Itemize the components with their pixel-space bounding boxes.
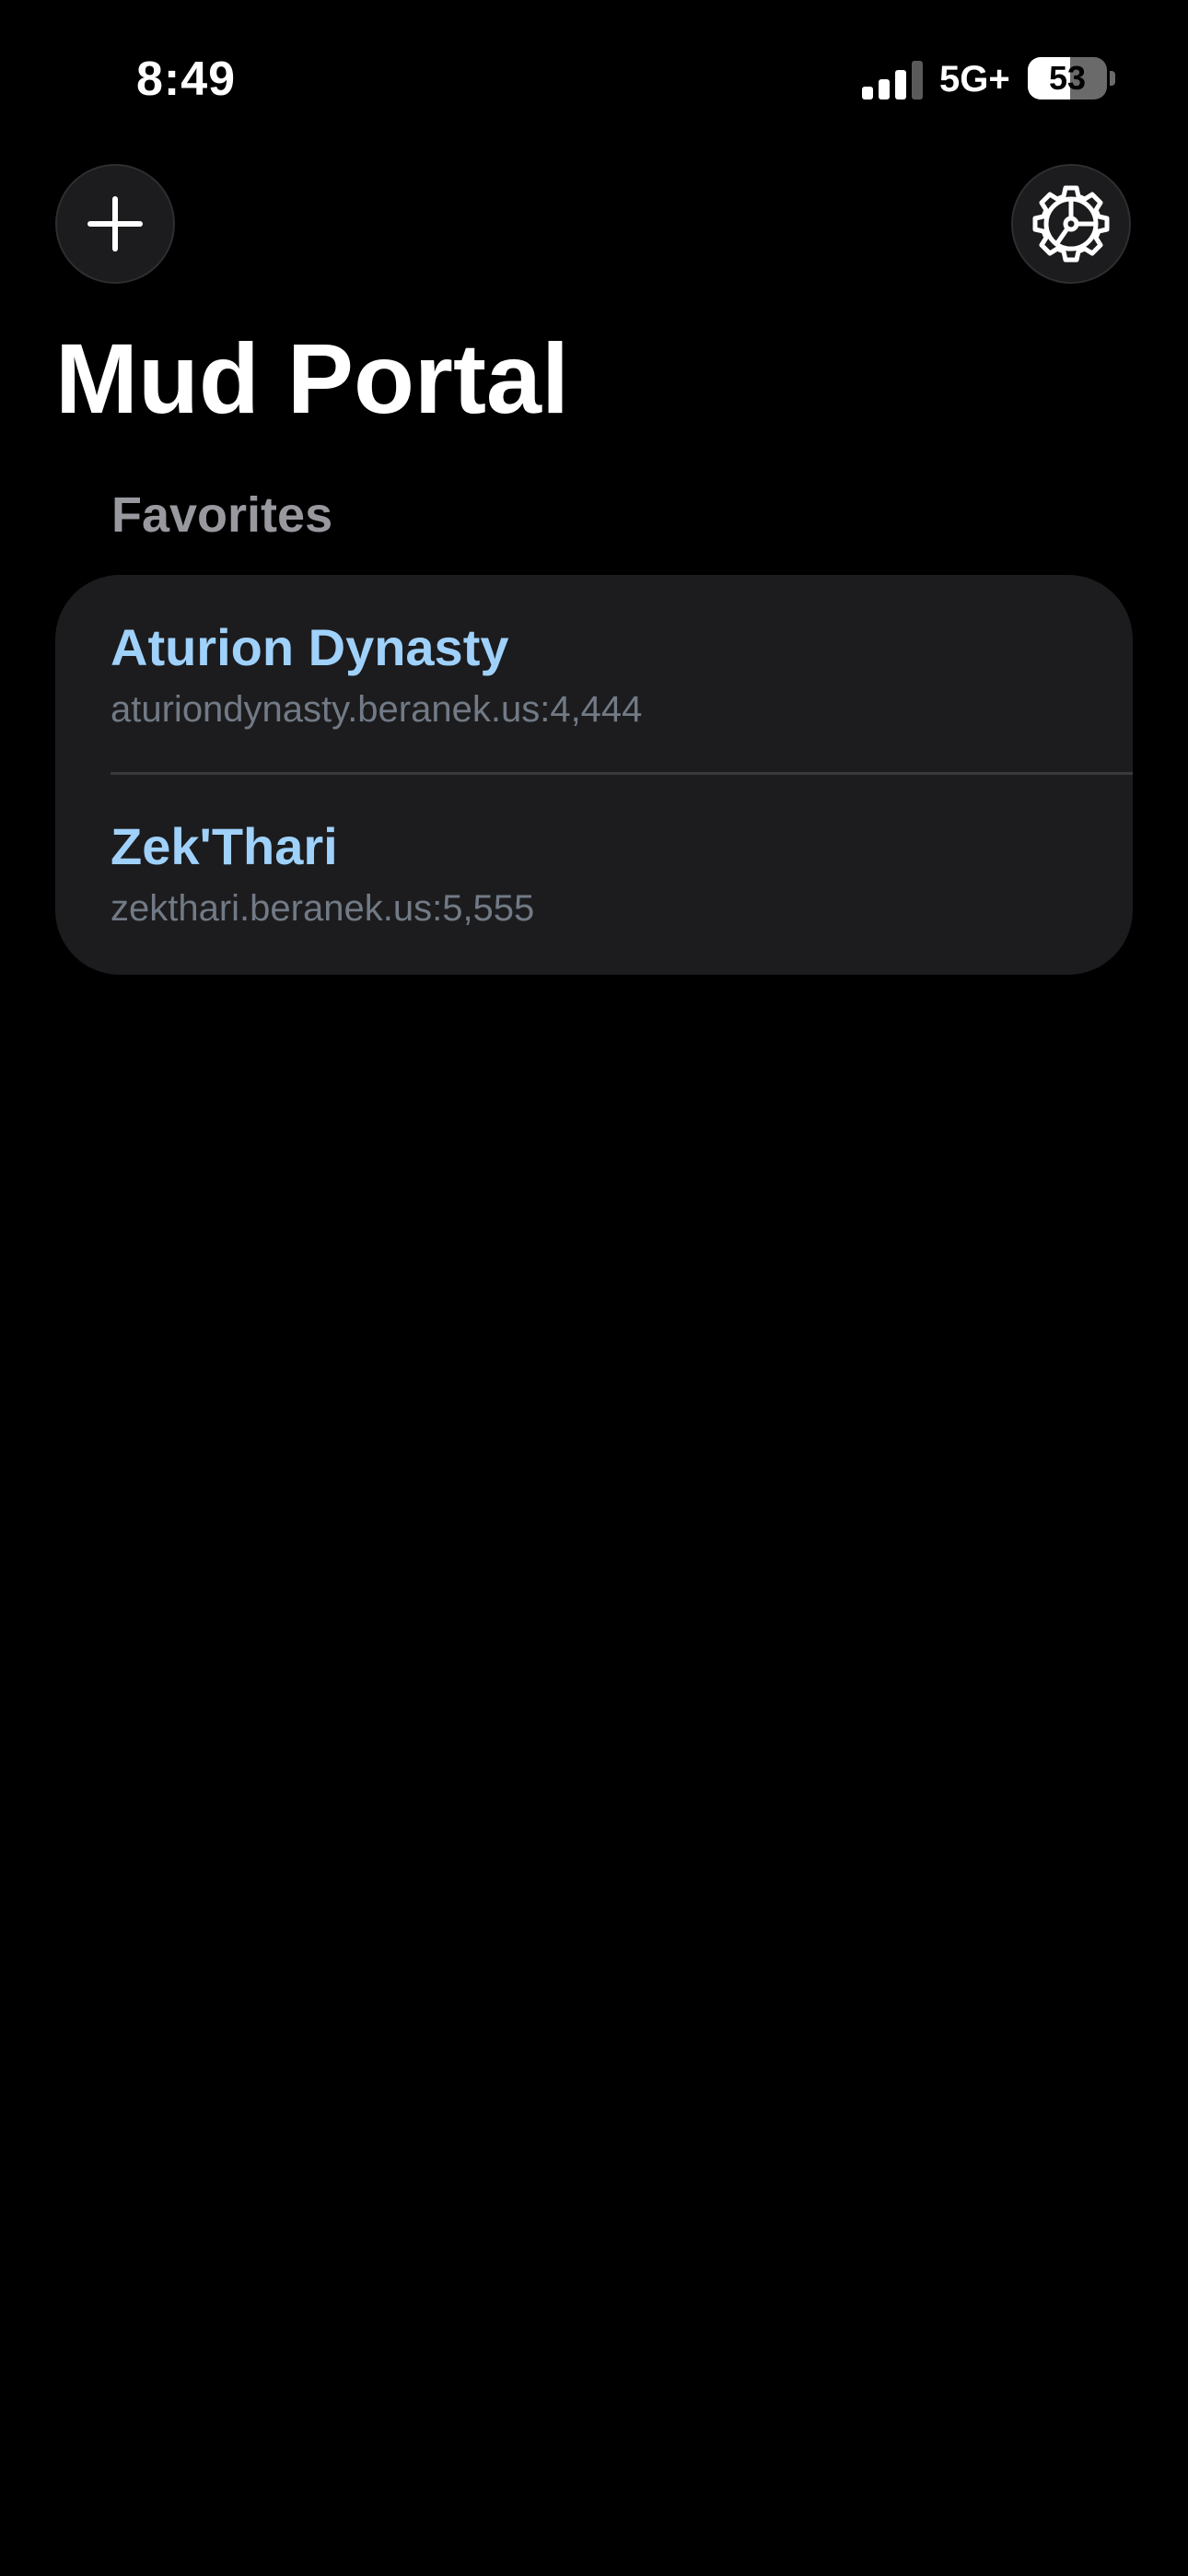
favorite-item-name: Aturion Dynasty bbox=[111, 618, 509, 676]
favorites-section-header: Favorites bbox=[111, 487, 333, 543]
status-bar: 8:49 5G+ 53 bbox=[0, 0, 1188, 157]
plus-icon bbox=[87, 196, 143, 252]
favorite-item-address: aturiondynasty.beranek.us:4,444 bbox=[111, 689, 643, 730]
favorite-item-aturion-dynasty[interactable]: Aturion Dynasty aturiondynasty.beranek.u… bbox=[55, 575, 1133, 774]
battery-body: 53 bbox=[1028, 57, 1107, 100]
favorite-item-name: Zek'Thari bbox=[111, 817, 338, 875]
status-time: 8:49 bbox=[136, 53, 237, 106]
battery-icon: 53 bbox=[1028, 57, 1116, 100]
network-type-label: 5G+ bbox=[939, 59, 1010, 100]
page-title: Mud Portal bbox=[55, 322, 569, 434]
battery-level: 53 bbox=[1048, 59, 1087, 97]
favorite-item-zekthari[interactable]: Zek'Thari zekthari.beranek.us:5,555 bbox=[55, 776, 1133, 975]
favorite-item-address: zekthari.beranek.us:5,555 bbox=[111, 888, 535, 929]
settings-button[interactable] bbox=[1011, 164, 1131, 284]
cellular-signal-icon bbox=[862, 61, 923, 100]
gear-icon bbox=[1032, 185, 1110, 263]
add-button[interactable] bbox=[55, 164, 175, 284]
list-divider bbox=[111, 772, 1133, 775]
battery-nub bbox=[1110, 71, 1115, 86]
favorites-list: Aturion Dynasty aturiondynasty.beranek.u… bbox=[55, 575, 1133, 975]
